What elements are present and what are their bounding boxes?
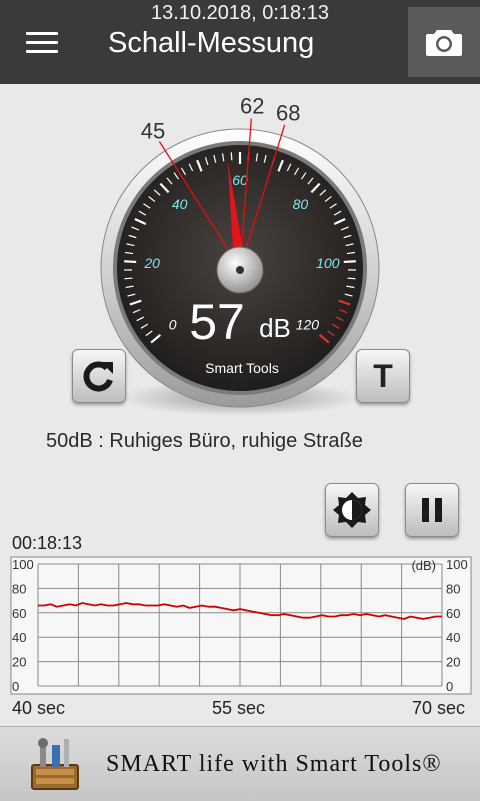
graph-y-label-left: 60: [12, 606, 26, 621]
gauge-tick-label: 20: [143, 255, 160, 271]
graph-y-label-right: 40: [446, 630, 460, 645]
graph-y-label-left: 0: [12, 679, 19, 694]
graph-y-label-right: 60: [446, 606, 460, 621]
t-button[interactable]: T: [356, 349, 410, 403]
pause-button[interactable]: [405, 483, 459, 537]
graph-y-label-right: 80: [446, 581, 460, 596]
camera-icon: [426, 27, 462, 57]
gauge-max-marker-label: 68: [276, 100, 300, 125]
gauge-brand: Smart Tools: [205, 360, 279, 376]
gauge-min-marker-label: 45: [141, 118, 165, 143]
history-graph: 100 100 80 80 60 60 40 40 20 20 0 0 (dB): [10, 556, 472, 698]
gauge-tick: [344, 261, 356, 262]
needle-hub-center: [236, 266, 244, 274]
footer-banner[interactable]: SMART life with Smart Tools®: [0, 726, 480, 801]
graph-y-label-left: 100: [12, 557, 34, 572]
reset-button[interactable]: [72, 349, 126, 403]
gauge-value: 57: [189, 294, 245, 350]
gauge-tick-label: 120: [296, 317, 320, 333]
x-label-mid: 55 sec: [212, 698, 265, 719]
camera-button[interactable]: [408, 7, 480, 77]
level-description: 50dB : Ruhiges Büro, ruhige Straße: [46, 430, 363, 453]
refresh-icon: [73, 350, 125, 402]
graph-y-label-left: 80: [12, 581, 26, 596]
gauge-tick-label: 100: [316, 255, 340, 271]
gauge-unit: dB: [259, 313, 291, 343]
x-label-start: 40 sec: [12, 698, 65, 719]
gauge-tick-label: 0: [169, 317, 177, 333]
graph-y-label-left: 20: [12, 655, 26, 670]
gauge-tick: [125, 278, 133, 279]
gauge-tick-label: 80: [293, 196, 309, 212]
page-title: Schall-Messung: [108, 24, 314, 62]
graph-y-label-right: 0: [446, 679, 453, 694]
x-label-end: 70 sec: [412, 698, 465, 719]
gauge-tick-label: 40: [172, 196, 188, 212]
graph-unit-label: (dB): [411, 558, 436, 573]
gauge-tick: [348, 278, 356, 279]
gauge-avg-marker-label: 62: [240, 93, 264, 118]
brightness-icon: [326, 484, 378, 536]
toolbox-logo-icon: [26, 735, 84, 793]
graph-y-label-left: 40: [12, 630, 26, 645]
pause-icon: [406, 484, 458, 536]
brightness-button[interactable]: [325, 483, 379, 537]
hamburger-menu-icon[interactable]: [26, 32, 58, 54]
graph-y-label-right: 20: [446, 655, 460, 670]
footer-slogan: SMART life with Smart Tools®: [106, 751, 442, 778]
t-button-label: T: [357, 350, 409, 402]
gauge-tick: [124, 261, 136, 262]
graph-y-label-right: 100: [446, 557, 468, 572]
gauge-tick: [231, 152, 232, 160]
app-bar: 13.10.2018, 0:18:13 Schall-Messung: [0, 0, 480, 84]
elapsed-time: 00:18:13: [12, 533, 82, 554]
